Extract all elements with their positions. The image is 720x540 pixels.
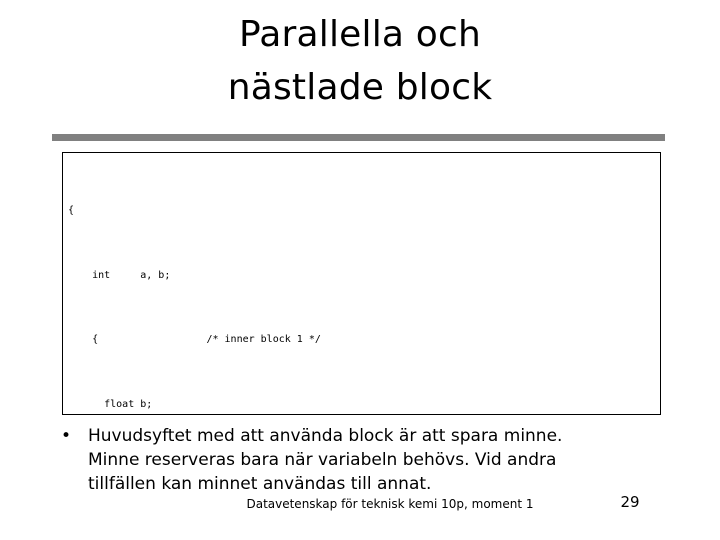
bullet-marker-icon: • bbox=[61, 426, 72, 446]
bullet-list-item: • Huvudsyftet med att använda block är a… bbox=[58, 424, 618, 496]
code-line: { bbox=[68, 205, 75, 216]
code-block-panel: { int a, b; { /* inner block 1 */ float … bbox=[62, 152, 661, 415]
page-title: Parallella och nästlade block bbox=[60, 8, 660, 114]
bullet-item-text: Huvudsyftet med att använda block är att… bbox=[88, 426, 563, 494]
code-line: { /* inner block 1 */ bbox=[68, 334, 321, 345]
page-title-line-1: Parallella och bbox=[238, 14, 482, 55]
title-divider-bar bbox=[52, 134, 665, 141]
footer-course-label: Datavetenskap för teknisk kemi 10p, mome… bbox=[246, 497, 534, 511]
code-block-lines: { int a, b; { /* inner block 1 */ float … bbox=[68, 157, 441, 414]
code-line: float b; bbox=[68, 398, 153, 410]
page-title-line-2: nästlade block bbox=[227, 67, 493, 108]
code-line: int a, b; bbox=[68, 269, 171, 281]
slide: Parallella och nästlade block { int a, b… bbox=[0, 0, 720, 540]
page-number: 29 bbox=[620, 493, 640, 511]
